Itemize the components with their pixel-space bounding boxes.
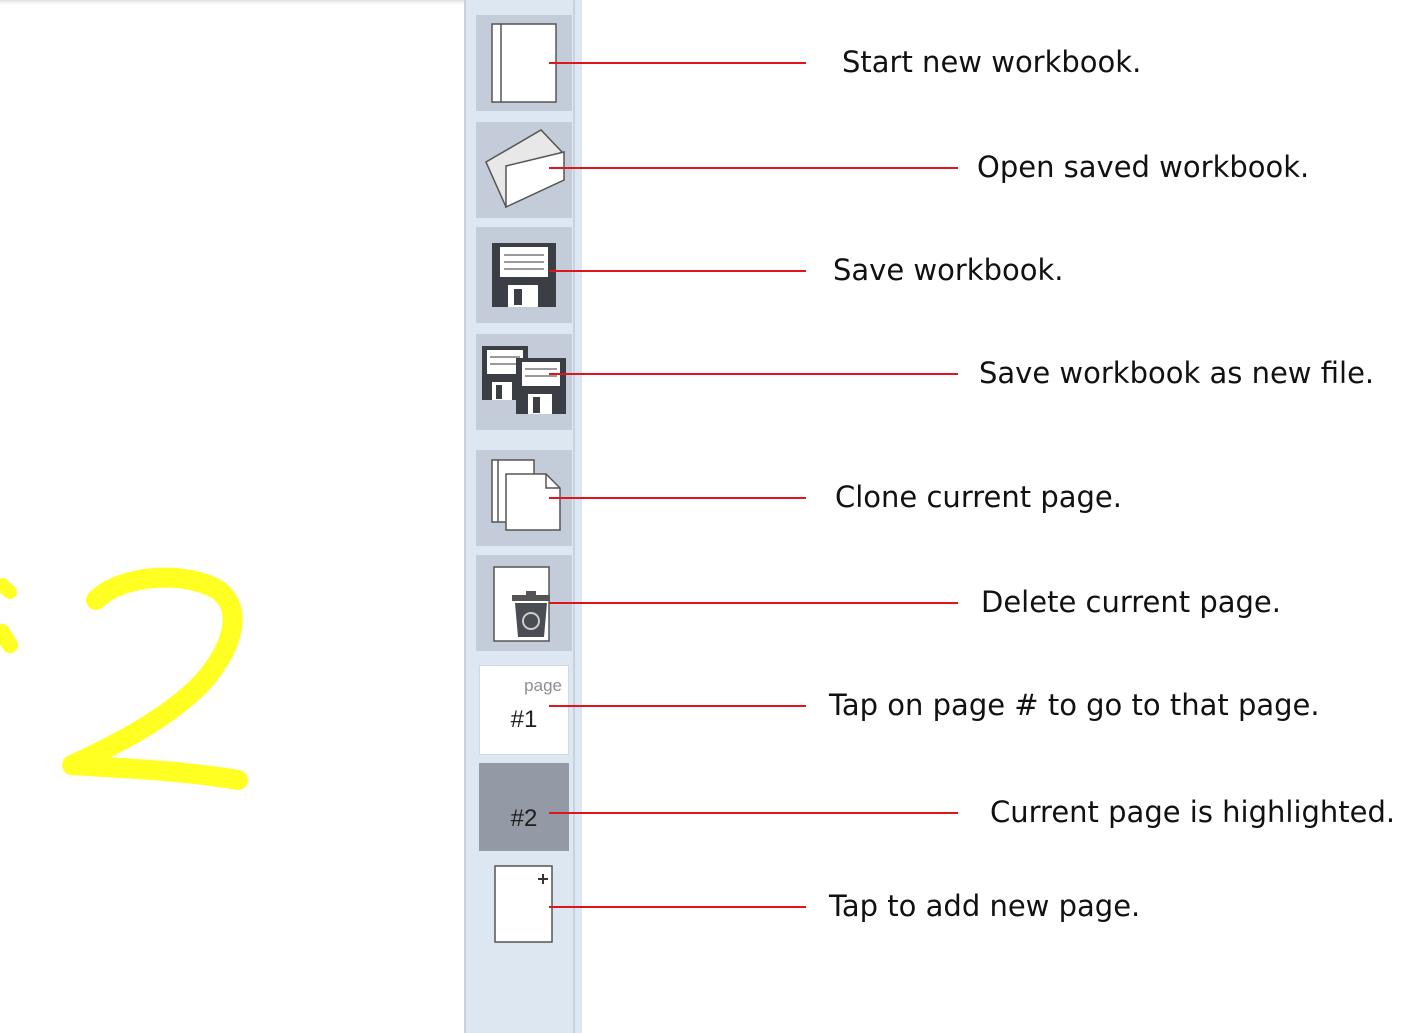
page-caption: page [524, 676, 562, 695]
toolbar-divider [573, 0, 575, 1033]
page-number: #2 [510, 805, 538, 832]
drawing-canvas[interactable] [0, 0, 464, 1033]
leader-line [549, 812, 958, 814]
annotation-save-workbook: Save workbook. [833, 253, 1064, 287]
save-workbook-button[interactable] [476, 227, 572, 323]
ink-fragment [0, 624, 18, 653]
page-tab-1[interactable]: page #1 [479, 665, 569, 755]
annotation-add-page: Tap to add new page. [829, 889, 1141, 923]
toolbar-divider [464, 0, 466, 1033]
page-tab-2-current[interactable]: #2 [479, 763, 569, 851]
add-page-plus-icon [494, 865, 553, 943]
add-page-button[interactable] [494, 865, 554, 945]
open-workbook-button[interactable] [476, 122, 572, 218]
open-folder-icon [485, 129, 565, 209]
side-toolbar: page #1 #2 [464, 0, 582, 1033]
leader-line [549, 906, 806, 908]
page-number: #1 [510, 706, 538, 733]
leader-line [549, 373, 958, 375]
annotation-delete-page: Delete current page. [981, 585, 1281, 619]
annotation-new-workbook: Start new workbook. [842, 45, 1142, 79]
annotation-clone-page: Clone current page. [835, 480, 1122, 514]
leader-line [549, 705, 806, 707]
annotation-page-tap: Tap on page # to go to that page. [829, 688, 1320, 722]
handwritten-2-stroke [62, 567, 248, 790]
ink-fragment [0, 578, 17, 599]
leader-line [549, 62, 806, 64]
leader-line [549, 270, 806, 272]
leader-line [549, 497, 806, 499]
annotation-open-workbook: Open saved workbook. [977, 150, 1310, 184]
floppy-disk-icon [492, 243, 556, 307]
leader-line [549, 602, 958, 604]
annotation-current-page: Current page is highlighted. [990, 795, 1396, 829]
leader-line [549, 167, 958, 169]
save-as-button[interactable] [476, 334, 572, 430]
annotation-save-as: Save workbook as new file. [979, 356, 1375, 390]
handwritten-ink [0, 567, 248, 790]
double-floppy-disk-icon [482, 346, 566, 414]
